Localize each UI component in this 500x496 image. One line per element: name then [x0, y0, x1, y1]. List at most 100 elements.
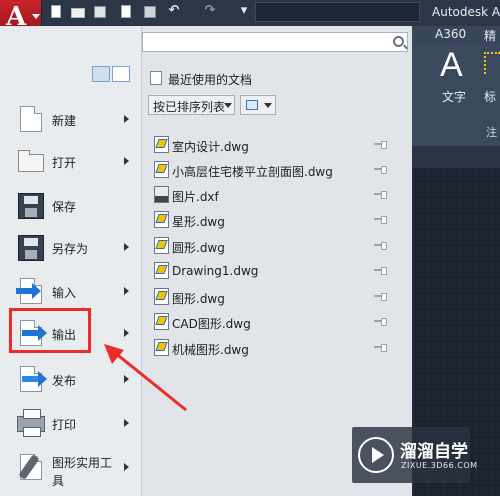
text-tool-icon[interactable]: A: [440, 46, 463, 85]
menu-item-label: 打印: [52, 418, 77, 432]
title-search-box[interactable]: [255, 2, 420, 22]
redo-icon[interactable]: ↷: [202, 3, 218, 20]
menu-item-open[interactable]: 打开: [8, 144, 136, 180]
tab-a360[interactable]: A360: [435, 27, 466, 41]
dwg-file-icon: [154, 161, 169, 178]
undo-icon[interactable]: ↶: [166, 3, 182, 20]
chevron-right-icon: [124, 243, 129, 251]
menu-item-label: 打开: [52, 156, 77, 170]
chevron-down-icon: [264, 103, 272, 108]
recent-file-row[interactable]: 小高层住宅楼平立剖面图.dwg: [150, 159, 400, 181]
ribbon-panel: A 文字 标 注: [412, 44, 500, 146]
file-name: 图片.dxf: [172, 190, 219, 204]
recent-file-row[interactable]: 圆形.dwg: [150, 235, 400, 257]
menu-command-column: 新建 打开 保存 另存为 输入 输出 发布 打印 图形实用工 具: [0, 26, 142, 496]
recent-file-row[interactable]: 室内设计.dwg: [150, 134, 400, 156]
file-name: 圆形.dwg: [172, 241, 225, 255]
pin-icon[interactable]: [374, 141, 387, 149]
dimension-tool-icon[interactable]: [484, 52, 500, 74]
watermark: 溜溜自学 ZIXUE.3D66.COM: [352, 427, 477, 483]
recent-file-row[interactable]: CAD图形.dwg: [150, 311, 400, 333]
chevron-right-icon: [124, 287, 129, 295]
recent-documents-title: 最近使用的文档: [168, 73, 253, 87]
chevron-right-icon: [124, 419, 129, 427]
icon-view-icon: [246, 100, 258, 110]
new-icon[interactable]: [48, 4, 64, 20]
pin-icon[interactable]: [374, 166, 387, 174]
recent-file-row[interactable]: 图片.dxf: [150, 184, 400, 206]
new-document-icon: [16, 104, 44, 134]
pin-icon[interactable]: [374, 267, 387, 275]
chevron-right-icon: [124, 115, 129, 123]
file-name: CAD图形.dwg: [172, 317, 251, 331]
red-annotation-arrow: [104, 344, 187, 412]
view-dropdown[interactable]: [240, 95, 276, 115]
chevron-right-icon: [124, 463, 129, 471]
recent-file-row[interactable]: 星形.dwg: [150, 209, 400, 231]
sort-dropdown-label: 按已排序列表: [153, 100, 226, 114]
dimension-tool-label[interactable]: 标: [484, 88, 496, 105]
file-name: Drawing1.dwg: [172, 264, 259, 278]
dwg-file-icon: [154, 288, 169, 305]
chevron-down-icon: [32, 14, 40, 19]
recent-documents-toggle[interactable]: [92, 66, 110, 82]
text-tool-label[interactable]: 文字: [442, 88, 466, 105]
publish-icon: [16, 364, 47, 394]
title-bar: ↶ ↷ ▾ Autodesk Au: [0, 0, 500, 26]
file-name: 星形.dwg: [172, 215, 225, 229]
dxf-file-icon: [154, 186, 169, 203]
save-icon[interactable]: [92, 4, 108, 20]
watermark-text: 溜溜自学: [400, 442, 468, 462]
menu-search-input[interactable]: [142, 32, 408, 52]
menu-item-label-line2: 具: [52, 474, 65, 488]
pin-icon[interactable]: [374, 216, 387, 224]
dwg-file-icon: [154, 262, 169, 279]
recent-file-row[interactable]: Drawing1.dwg: [150, 260, 400, 282]
file-name: 小高层住宅楼平立剖面图.dwg: [172, 165, 333, 179]
pin-icon[interactable]: [374, 191, 387, 199]
watermark-url: ZIXUE.3D66.COM: [401, 461, 478, 470]
save-as-icon: [16, 232, 44, 262]
pin-icon[interactable]: [374, 318, 387, 326]
menu-item-label-line1: 图形实用工: [52, 456, 113, 470]
wrench-icon: [16, 452, 44, 482]
dropdown-icon[interactable]: ▾: [236, 3, 252, 20]
file-name: 室内设计.dwg: [172, 140, 249, 154]
import-icon: [16, 276, 44, 306]
play-logo-icon: [358, 437, 394, 473]
recent-file-row[interactable]: 图形.dwg: [150, 286, 400, 308]
dwg-file-icon: [154, 237, 169, 254]
dwg-file-icon: [154, 211, 169, 228]
sort-dropdown[interactable]: 按已排序列表: [148, 95, 235, 115]
pin-icon[interactable]: [374, 242, 387, 250]
ribbon-tabs: A360 精选: [412, 26, 500, 60]
printer-icon: [16, 408, 45, 438]
open-folder-icon: [16, 146, 44, 176]
saveas-icon[interactable]: [118, 4, 134, 20]
menu-item-save-as[interactable]: 另存为: [8, 230, 136, 266]
chevron-right-icon: [124, 157, 129, 165]
menu-item-label: 保存: [52, 200, 77, 214]
export-highlight-box: [9, 308, 91, 353]
print-icon[interactable]: [142, 4, 158, 20]
menu-item-import[interactable]: 输入: [8, 274, 136, 310]
menu-item-label: 输入: [52, 286, 77, 300]
menu-item-save[interactable]: 保存: [8, 188, 136, 224]
open-icon[interactable]: [70, 4, 86, 20]
menu-item-drawing-utilities[interactable]: 图形实用工 具: [8, 450, 136, 494]
save-disk-icon: [16, 190, 44, 220]
chevron-down-icon: [224, 103, 232, 108]
annotation-panel-label: 注: [486, 126, 497, 139]
dwg-file-icon: [154, 136, 169, 153]
menu-item-new[interactable]: 新建: [8, 102, 136, 138]
app-title: Autodesk Au: [432, 5, 500, 19]
menu-item-label: 另存为: [52, 242, 89, 256]
dwg-file-icon: [154, 313, 169, 330]
pin-icon[interactable]: [374, 293, 387, 301]
menu-item-label: 发布: [52, 374, 77, 388]
search-icon[interactable]: [393, 36, 404, 47]
open-documents-toggle[interactable]: [112, 66, 130, 82]
recent-documents-icon: [150, 71, 162, 85]
menu-item-label: 新建: [52, 114, 77, 128]
pin-icon[interactable]: [374, 344, 387, 352]
